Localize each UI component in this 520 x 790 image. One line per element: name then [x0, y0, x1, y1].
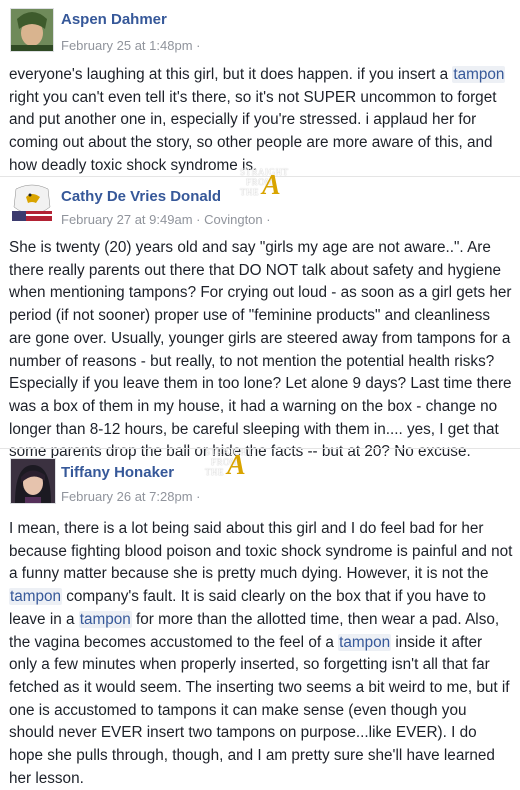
avatar-image — [11, 9, 53, 51]
comment-meta-suffix: · Covington · — [196, 212, 271, 227]
comment-author[interactable]: Cathy De Vries Donald — [61, 188, 221, 205]
comment-1: Aspen Dahmer February 25 at 1:48pm · eve… — [0, 0, 520, 176]
avatar-image — [11, 459, 55, 503]
comment-body: everyone's laughing at this girl, but it… — [9, 64, 514, 178]
keyword-link[interactable]: tampon — [9, 588, 63, 606]
avatar[interactable] — [12, 181, 52, 221]
avatar[interactable] — [10, 8, 54, 52]
comment-text: everyone's laughing at this girl, but it… — [9, 66, 453, 83]
comment-author[interactable]: Aspen Dahmer — [61, 11, 167, 28]
watermark-line-3: THE — [240, 187, 259, 197]
comment-meta: February 27 at 9:49am · Covington · — [61, 212, 271, 227]
comment-meta: February 25 at 1:48pm · — [61, 38, 201, 53]
comment-text: inside it after only a few minutes when … — [9, 633, 510, 787]
watermark-line-3: THE — [205, 467, 224, 477]
comment-2: Cathy De Vries Donald February 27 at 9:4… — [0, 177, 520, 460]
comment-body: I mean, there is a lot being said about … — [9, 518, 514, 790]
comment-author[interactable]: Tiffany Honaker — [61, 464, 174, 481]
watermark-letter: A — [227, 450, 246, 481]
comment-timestamp[interactable]: February 25 at 1:48pm — [61, 38, 193, 53]
comment-meta-suffix: · — [196, 38, 201, 53]
comment-timestamp[interactable]: February 26 at 7:28pm — [61, 489, 193, 504]
watermark: STRAIGHT FROM THE A — [240, 168, 310, 208]
comment-text: I mean, there is a lot being said about … — [9, 520, 513, 583]
comment-body: She is twenty (20) years old and say "gi… — [9, 237, 514, 464]
keyword-link[interactable]: tampon — [78, 610, 132, 628]
comment-text: She is twenty (20) years old and say "gi… — [9, 239, 512, 461]
comment-text: right you can't even tell it's there, so… — [9, 88, 497, 174]
comment-meta: February 26 at 7:28pm · — [61, 489, 201, 504]
keyword-link[interactable]: tampon — [452, 66, 506, 83]
keyword-link[interactable]: tampon — [338, 633, 392, 651]
comment-meta-suffix: · — [196, 489, 201, 504]
comment-3: Tiffany Honaker February 26 at 7:28pm · … — [0, 449, 520, 787]
avatar[interactable] — [10, 458, 56, 504]
comment-timestamp[interactable]: February 27 at 9:49am — [61, 212, 193, 227]
watermark-letter: A — [262, 170, 281, 201]
avatar-image — [12, 181, 52, 221]
watermark: STRAIGHT FROM THE A — [205, 448, 275, 488]
